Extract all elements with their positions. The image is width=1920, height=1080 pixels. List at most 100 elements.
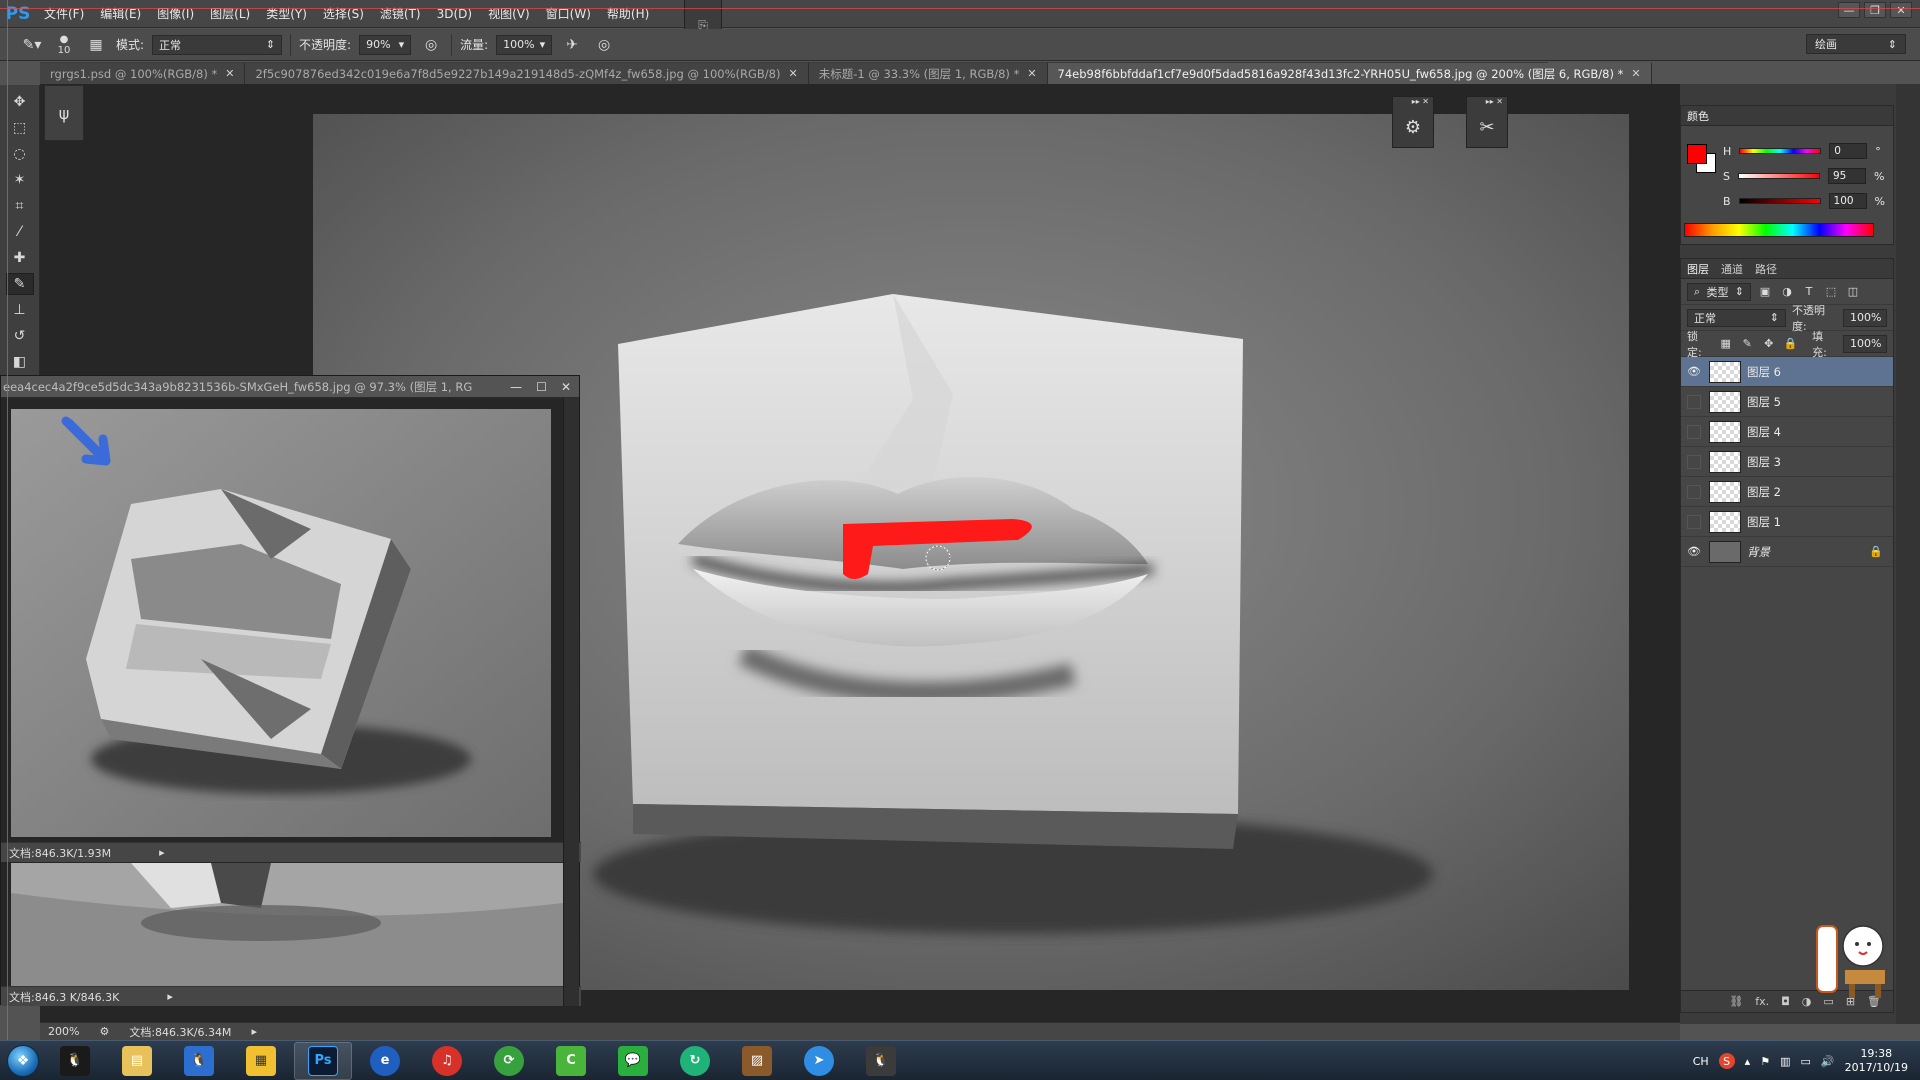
floating-window-title-bar[interactable]: eea4cec4a2f9ce5d5dc343a9b8231536b-SMxGeH…: [1, 376, 579, 398]
airbrush-icon[interactable]: ✈: [560, 34, 584, 56]
shape-filter-icon[interactable]: ⬚: [1823, 284, 1839, 300]
adjustment-filter-icon[interactable]: ◑: [1779, 284, 1795, 300]
layer-row[interactable]: 图层 4: [1681, 417, 1893, 447]
close-icon[interactable]: ✕: [789, 67, 798, 80]
eraser-tool-icon[interactable]: ◧: [6, 351, 34, 373]
status-config-icon[interactable]: ⚙: [99, 1025, 109, 1038]
clock[interactable]: 19:38 2017/10/19: [1845, 1047, 1908, 1075]
history-brush-tool-icon[interactable]: ↺: [6, 325, 34, 347]
taskbar-image-viewer[interactable]: ▨: [728, 1042, 786, 1080]
menu-filter[interactable]: 滤镜(T): [372, 0, 429, 28]
tab-channels[interactable]: 通道: [1721, 261, 1743, 277]
visibility-toggle-empty[interactable]: [1685, 483, 1703, 501]
tools-preset-panel-button[interactable]: ▸▸ ✕ ✂: [1466, 96, 1508, 148]
visibility-toggle-empty[interactable]: [1685, 453, 1703, 471]
type-filter-icon[interactable]: T: [1801, 284, 1817, 300]
flow-field[interactable]: 100% ▾: [496, 34, 553, 55]
hue-field[interactable]: 0: [1829, 143, 1868, 159]
volume-icon[interactable]: 🔊: [1821, 1055, 1835, 1068]
eye-icon[interactable]: 👁: [1685, 363, 1703, 381]
taskbar-browser-2[interactable]: ⟳: [480, 1042, 538, 1080]
workspace-select[interactable]: 绘画 ⇕: [1806, 34, 1906, 54]
add-mask-icon[interactable]: ◘: [1781, 995, 1790, 1008]
menu-window[interactable]: 窗口(W): [538, 0, 599, 28]
brush-panel-toggle-icon[interactable]: ▦: [84, 34, 108, 56]
minimize-button[interactable]: —: [1838, 2, 1860, 18]
smart-object-filter-icon[interactable]: ◫: [1845, 284, 1861, 300]
taskbar-app-c[interactable]: C: [542, 1042, 600, 1080]
taskbar-qq[interactable]: 🐧: [46, 1042, 104, 1080]
lasso-tool-icon[interactable]: ◌: [6, 143, 34, 165]
close-icon[interactable]: ✕: [561, 380, 571, 394]
color-panel-tab[interactable]: 颜色: [1687, 108, 1709, 124]
menu-3d[interactable]: 3D(D): [429, 0, 480, 28]
color-spectrum-bar[interactable]: [1684, 223, 1874, 237]
tab-layers[interactable]: 图层: [1687, 261, 1709, 277]
brush-settings-panel-button[interactable]: ψ: [44, 85, 84, 141]
document-tab[interactable]: rgrgs1.psd @ 100%(RGB/8) * ✕: [40, 63, 246, 84]
adjustment-layer-icon[interactable]: ◑: [1802, 995, 1812, 1008]
visibility-toggle-empty[interactable]: [1685, 513, 1703, 531]
magic-wand-tool-icon[interactable]: ✶: [6, 169, 34, 191]
menu-layer[interactable]: 图层(L): [202, 0, 258, 28]
taskbar-qq-2[interactable]: 🐧: [170, 1042, 228, 1080]
vertical-scrollbar[interactable]: [563, 398, 579, 1006]
layer-row[interactable]: 图层 1: [1681, 507, 1893, 537]
adjustments-panel-button[interactable]: ▸▸ ✕ ⚙: [1392, 96, 1434, 148]
saturation-slider[interactable]: [1737, 173, 1820, 179]
close-icon[interactable]: ✕: [1027, 67, 1036, 80]
status-menu-arrow-icon[interactable]: ▸: [251, 1025, 257, 1038]
tab-paths[interactable]: 路径: [1755, 261, 1777, 277]
status-menu-arrow-icon[interactable]: ▸: [167, 990, 173, 1003]
close-icon[interactable]: ✕: [1631, 67, 1640, 80]
panel-expand-icon[interactable]: ▸▸ ✕: [1393, 97, 1433, 107]
eye-icon[interactable]: 👁: [1685, 543, 1703, 561]
crop-tool-icon[interactable]: ⌗: [6, 195, 34, 217]
show-hidden-icons-icon[interactable]: ▴: [1745, 1055, 1751, 1068]
lock-transparent-icon[interactable]: ▦: [1718, 336, 1734, 352]
taskbar-messenger[interactable]: ➤: [790, 1042, 848, 1080]
mode-select[interactable]: 正常 ⇕: [152, 34, 283, 55]
healing-brush-tool-icon[interactable]: ✚: [6, 247, 34, 269]
menu-type[interactable]: 类型(Y): [258, 0, 315, 28]
status-menu-arrow-icon[interactable]: ▸: [159, 846, 165, 859]
input-language[interactable]: CH: [1693, 1055, 1709, 1068]
brightness-slider[interactable]: [1738, 198, 1821, 204]
clone-stamp-tool-icon[interactable]: ⊥: [6, 299, 34, 321]
reference-image-second[interactable]: [11, 863, 563, 991]
layer-style-button[interactable]: fx.: [1755, 995, 1769, 1008]
monitor-icon[interactable]: ▭: [1800, 1055, 1810, 1068]
lock-position-icon[interactable]: ✥: [1761, 336, 1777, 352]
menu-select[interactable]: 选择(S): [315, 0, 372, 28]
taskbar-notes[interactable]: ▦: [232, 1042, 290, 1080]
layer-row[interactable]: 图层 5: [1681, 387, 1893, 417]
eyedropper-tool-icon[interactable]: ⁄: [6, 221, 34, 243]
taskbar-qq-3[interactable]: 🐧: [852, 1042, 910, 1080]
layer-opacity-field[interactable]: 100%: [1843, 308, 1887, 327]
lock-all-icon[interactable]: 🔒: [1783, 336, 1799, 352]
hue-slider[interactable]: [1739, 148, 1822, 154]
menu-file[interactable]: 文件(F): [36, 0, 92, 28]
fill-field[interactable]: 100%: [1843, 334, 1888, 353]
close-button[interactable]: ✕: [1890, 2, 1912, 18]
restore-button[interactable]: ❐: [1864, 2, 1886, 18]
network-icon[interactable]: ▥: [1780, 1055, 1790, 1068]
panel-expand-icon[interactable]: ▸▸ ✕: [1467, 97, 1507, 107]
document-tab[interactable]: 2f5c907876ed342c019e6a7f8d5e9227b149a219…: [245, 63, 809, 84]
opacity-field[interactable]: 90% ▾: [359, 34, 412, 55]
close-icon[interactable]: ✕: [225, 67, 234, 80]
move-tool-icon[interactable]: ✥: [6, 91, 34, 113]
taskbar-browser[interactable]: e: [356, 1042, 414, 1080]
pixel-filter-icon[interactable]: ▣: [1757, 284, 1773, 300]
menu-view[interactable]: 视图(V): [480, 0, 538, 28]
menu-edit[interactable]: 编辑(E): [92, 0, 149, 28]
layer-filter-select[interactable]: ⌕ 类型 ⇕: [1687, 282, 1751, 301]
saturation-field[interactable]: 95: [1827, 168, 1866, 184]
brush-tool-icon[interactable]: ✎: [5, 273, 34, 295]
taskbar-player[interactable]: ↻: [666, 1042, 724, 1080]
start-button[interactable]: ❖: [0, 1041, 46, 1080]
taskbar-photoshop[interactable]: Ps: [294, 1041, 352, 1080]
sogou-ime-icon[interactable]: S: [1718, 1053, 1735, 1069]
brightness-field[interactable]: 100: [1828, 193, 1867, 209]
link-layers-icon[interactable]: ⛓: [1729, 995, 1743, 1008]
